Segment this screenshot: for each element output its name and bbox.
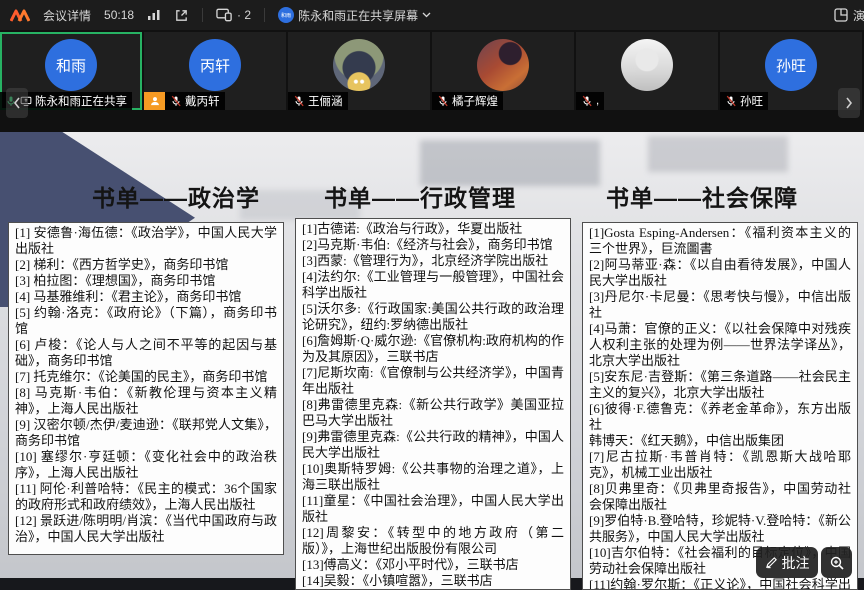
book-list-item: [8] 马克斯·韦伯：《新教伦理与资本主义精神》，上海人民出版社 — [15, 385, 277, 417]
view-mode-label: 演示 — [853, 7, 864, 24]
book-list-item: [11]童星：《中国社会治理》，中国人民大学出版社 — [302, 493, 564, 525]
book-list-item: [9] 汉密尔顿/杰伊/麦迪逊：《联邦党人文集》，商务印书馆 — [15, 417, 277, 449]
book-list-item: [14]吴毅：《小镇喧嚣》，三联书店 — [302, 573, 564, 589]
network-signal-icon[interactable] — [147, 9, 161, 21]
avatar-image — [477, 39, 529, 91]
monitor-icon — [216, 8, 233, 22]
filmstrip-next-button[interactable] — [838, 88, 860, 118]
book-list-item: [1]Gosta Esping-Andersen：《福利资本主义的三个世界》，巨… — [589, 225, 851, 257]
layout-view-icon — [834, 8, 848, 22]
annotate-button[interactable]: 批注 — [756, 547, 818, 578]
pencil-icon — [765, 556, 778, 569]
book-list-item: [7] 托克维尔：《论美国的民主》，商务印书馆 — [15, 369, 277, 385]
book-list-item: [7]尼斯坎南:《官僚制与公共经济学》，中国青年出版社 — [302, 365, 564, 397]
sharer-avatar: 和雨 — [278, 7, 294, 23]
book-list-item: [11] 阿伦·利普哈特：《民主的模式：36个国家的政府形式和政府绩效》，上海人… — [15, 481, 277, 513]
book-list-politics: [1] 安德鲁·海伍德：《政治学》，中国人民大学出版社[2] 梯利：《西方哲学史… — [8, 222, 284, 555]
book-list-item: [3] 柏拉图：《理想国》，商务印书馆 — [15, 273, 277, 289]
participant-name: 王俪涵 — [308, 93, 343, 109]
open-in-window-icon[interactable] — [174, 8, 189, 23]
participant-filmstrip: 和雨 陈永和雨正在共享 丙轩 戴丙轩 — [0, 30, 864, 132]
view-mode-button[interactable]: 演示 — [834, 7, 864, 24]
zoom-in-button[interactable] — [821, 547, 852, 578]
book-list-item: [6]詹姆斯·Q·威尔逊:《官僚机构:政府机构的作为及其原因》，三联书店 — [302, 333, 564, 365]
column-title-social-security: 书单——社会保障 — [606, 179, 798, 213]
chevron-down-icon — [422, 12, 431, 18]
screen-count-label: · 2 — [237, 8, 251, 22]
book-list-item: [1]古德诺:《政治与行政》，华夏出版社 — [302, 221, 564, 237]
participant-name: , — [596, 95, 599, 107]
topbar-divider — [202, 8, 203, 22]
book-list-item: [1] 安德鲁·海伍德：《政治学》，中国人民大学出版社 — [15, 225, 277, 257]
book-list-item: [4] 马基雅维利：《君主论》，商务印书馆 — [15, 289, 277, 305]
book-list-item: 韩博天：《红天鹅》，中信出版集团 — [589, 433, 851, 449]
filmstrip-prev-button[interactable] — [6, 88, 28, 118]
column-title-politics: 书单——政治学 — [92, 179, 260, 213]
book-list-item: [12] 景跃进/陈明明/肖滨：《当代中国政府与政治》，中国人民大学出版社 — [15, 513, 277, 545]
mic-muted-icon — [437, 95, 449, 107]
book-list-item: [9]弗雷德里克森:《公共行政的精神》，中国人民大学出版社 — [302, 429, 564, 461]
avatar-image — [333, 39, 385, 91]
book-list-item: [4]法约尔:《工业管理与一般管理》，中国社会科学出版社 — [302, 269, 564, 301]
avatar: 丙轩 — [189, 39, 241, 91]
book-list-item: [8]弗雷德里克森:《新公共行政学》美国亚拉巴马大学出版社 — [302, 397, 564, 429]
background-photo-shape — [648, 136, 788, 172]
book-list-item: [3]丹尼尔·卡尼曼：《思考快与慢》，中信出版社 — [589, 289, 851, 321]
participant-name: 陈永和雨正在共享 — [35, 93, 127, 109]
tencent-meeting-logo-icon — [10, 8, 30, 22]
book-list-item: [13]傅高义：《邓小平时代》，三联书店 — [302, 557, 564, 573]
mic-muted-icon — [725, 95, 737, 107]
book-list-item: [5] 约翰·洛克：《政府论》（下篇），商务印书馆 — [15, 305, 277, 337]
book-list-item: [10]奥斯特罗姆:《公共事物的治理之道》，上海三联出版社 — [302, 461, 564, 493]
book-list-social-security: [1]Gosta Esping-Andersen：《福利资本主义的三个世界》，巨… — [582, 222, 858, 590]
book-list-item: [2] 梯利：《西方哲学史》，商务印书馆 — [15, 257, 277, 273]
sharing-status-label: 陈永和雨正在共享屏幕 — [298, 7, 418, 24]
participant-tile[interactable]: 王俪涵 — [288, 32, 430, 110]
book-list-item: [6]彼得·F.德鲁克：《养老金革命》，东方出版社 — [589, 401, 851, 433]
book-list-item: [10] 塞缪尔·亨廷顿：《变化社会中的政治秩序》，上海人民出版社 — [15, 449, 277, 481]
book-list-item: [5]安东尼·吉登斯：《第三条道路——社会民主主义的复兴》，北京大学出版社 — [589, 369, 851, 401]
column-title-public-admin: 书单——行政管理 — [324, 179, 516, 213]
book-list-item: [12]周黎安：《转型中的地方政府（第二版）》，上海世纪出版股份有限公司 — [302, 525, 564, 557]
book-list-item: [8]贝弗里奇：《贝弗里奇报告》，中国劳动社会保障出版社 — [589, 481, 851, 513]
avatar: 孙旺 — [765, 39, 817, 91]
participant-name: 戴丙轩 — [185, 93, 220, 109]
book-list-item: [5]沃尔多:《行政国家:美国公共行政的政治理论研究》，纽约:罗纳德出版社 — [302, 301, 564, 333]
meeting-topbar: 会议详情 50:18 · 2 和雨 陈永和雨正在共享屏幕 — [0, 0, 864, 30]
avatar-image — [621, 39, 673, 91]
participant-tile[interactable]: , — [576, 32, 718, 110]
sharing-status-dropdown[interactable]: 和雨 陈永和雨正在共享屏幕 — [278, 7, 431, 24]
shared-screens-indicator[interactable]: · 2 — [216, 8, 251, 22]
book-list-item: [2]马克斯·韦伯:《经济与社会》，商务印书馆 — [302, 237, 564, 253]
meeting-window: 会议详情 50:18 · 2 和雨 陈永和雨正在共享屏幕 — [0, 0, 864, 590]
meeting-details-button[interactable]: 会议详情 — [43, 7, 91, 24]
mic-muted-icon — [293, 95, 305, 107]
mic-muted-icon — [581, 95, 593, 107]
participant-name: 孙旺 — [740, 93, 763, 109]
topbar-divider — [264, 8, 265, 22]
annotate-label: 批注 — [782, 553, 810, 573]
participant-name: 橘子辉煌 — [452, 93, 498, 109]
magnifier-plus-icon — [829, 555, 845, 571]
participant-tile[interactable]: 橘子辉煌 — [432, 32, 574, 110]
book-list-item: [4]马萧：官僚的正义：《以社会保障中对残疾人权利主张的处理为例——世界法学译丛… — [589, 321, 851, 369]
chevron-left-icon — [13, 97, 21, 109]
book-list-item: [3]西蒙:《管理行为》，北京经济学院出版社 — [302, 253, 564, 269]
person-badge-icon — [144, 92, 165, 110]
book-list-item: [6] 卢梭：《论人与人之间不平等的起因与基础》，商务印书馆 — [15, 337, 277, 369]
meeting-timer: 50:18 — [104, 8, 134, 22]
book-list-item: [2]阿马蒂亚·森：《以自由看待发展》，中国人民大学出版社 — [589, 257, 851, 289]
book-list-item: [7]尼古拉斯·韦普肖特：《凯恩斯大战哈耶克》，机械工业出版社 — [589, 449, 851, 481]
avatar: 和雨 — [45, 39, 97, 91]
chevron-right-icon — [845, 97, 853, 109]
shared-screen-view: 书单——政治学 书单——行政管理 书单——社会保障 [1] 安德鲁·海伍德：《政… — [0, 132, 864, 590]
participant-tile[interactable]: 丙轩 戴丙轩 — [144, 32, 286, 110]
mic-muted-icon — [170, 95, 182, 107]
book-list-item: [9]罗伯特·B.登哈特，珍妮特·V.登哈特：《新公共服务》，中国人民大学出版社 — [589, 513, 851, 545]
book-list-item: [11]约翰·罗尔斯：《正义论》，中国社会科学出版社 — [589, 577, 851, 590]
book-list-public-admin: [1]古德诺:《政治与行政》，华夏出版社[2]马克斯·韦伯:《经济与社会》，商务… — [295, 218, 571, 590]
